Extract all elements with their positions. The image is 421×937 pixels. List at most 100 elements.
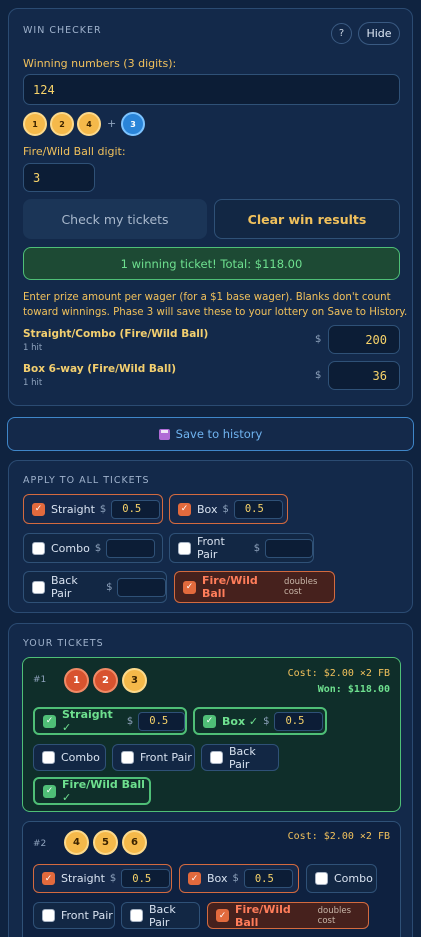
ticket-1-ball-1: 1	[64, 668, 89, 693]
help-icon: ?	[338, 28, 345, 39]
apply-fire-ball-checkbox[interactable]: ✓	[183, 580, 196, 594]
winning-ball-1: 1	[23, 112, 47, 136]
ticket-card-2: #2 4 5 6 Cost: $2.00 ×2 FB ✓ Straight $ …	[22, 821, 401, 937]
winning-numbers-label: Winning numbers (3 digits):	[23, 57, 177, 70]
apply-combo-amount[interactable]	[106, 538, 156, 558]
apply-box-label: Box	[197, 502, 218, 516]
ticket-2-combo-checkbox[interactable]	[315, 872, 328, 885]
tickets-panel: YOUR TICKETS #1 1 2 3 Cost: $2.00 ×2 FB …	[8, 623, 413, 937]
prize-hits-straight: 1 hit	[23, 343, 43, 353]
ticket-2-front-pair-option[interactable]: Front Pair	[33, 902, 115, 929]
apply-combo-checkbox[interactable]	[32, 541, 45, 555]
save-history-button[interactable]: Save to history	[7, 417, 414, 451]
prize-currency-straight: $	[315, 334, 322, 345]
apply-combo-option[interactable]: Combo $	[23, 533, 163, 563]
ticket-1-box-option[interactable]: ✓ Box ✓ $ 0.5	[193, 707, 327, 735]
apply-back-pair-amount[interactable]	[117, 577, 166, 597]
apply-front-pair-amount[interactable]	[265, 538, 313, 558]
ticket-1-front-pair-checkbox[interactable]	[121, 751, 134, 764]
fire-digit-label: Fire/Wild Ball digit:	[23, 145, 126, 158]
help-button[interactable]: ?	[331, 23, 352, 44]
ticket-1-box-checkbox[interactable]: ✓	[203, 714, 216, 728]
check-tickets-button[interactable]: Check my tickets	[23, 199, 207, 239]
result-banner: 1 winning ticket! Total: $118.00	[23, 247, 400, 280]
apply-front-pair-checkbox[interactable]	[178, 541, 191, 555]
ticket-1-box-amount[interactable]: 0.5	[274, 711, 324, 731]
winning-ball-2: 2	[50, 112, 74, 136]
winning-numbers-input[interactable]: 124	[23, 74, 400, 105]
ticket-2-box-amount[interactable]: 0.5	[243, 869, 293, 888]
apply-front-pair-currency: $	[253, 542, 261, 554]
apply-combo-label: Combo	[51, 541, 90, 555]
apply-box-currency: $	[222, 503, 229, 515]
win-checker-panel: WIN CHECKER ? Hide Winning numbers (3 di…	[8, 8, 413, 406]
apply-fire-ball-option[interactable]: ✓ Fire/Wild Ball doubles cost	[174, 571, 335, 603]
ticket-1-fire-ball-label: Fire/Wild Ball ✓	[62, 778, 145, 804]
apply-front-pair-option[interactable]: Front Pair $	[169, 533, 314, 563]
ticket-1-back-pair-option[interactable]: Back Pair	[201, 744, 279, 771]
floppy-disk-icon	[158, 428, 170, 440]
apply-straight-option[interactable]: ✓ Straight $ 0.5	[23, 494, 163, 524]
ticket-1-straight-currency: $	[126, 715, 134, 727]
prize-input-straight[interactable]: 200	[328, 325, 400, 354]
ticket-1-ball-2: 2	[93, 668, 118, 693]
ticket-2-back-pair-option[interactable]: Back Pair	[121, 902, 200, 929]
ticket-2-box-option[interactable]: ✓ Box $ 0.5	[179, 864, 299, 893]
hide-button[interactable]: Hide	[358, 22, 400, 45]
ticket-1-combo-label: Combo	[61, 751, 100, 764]
prize-name-box: Box 6-way (Fire/Wild Ball)	[23, 363, 177, 375]
ticket-2-fire-ball-checkbox[interactable]: ✓	[216, 909, 229, 922]
ticket-2-combo-label: Combo	[334, 872, 373, 885]
ticket-1-cost: Cost: $2.00 ×2 FB	[287, 668, 390, 679]
ticket-1-straight-checkbox[interactable]: ✓	[43, 714, 56, 728]
ticket-2-back-pair-label: Back Pair	[149, 902, 176, 929]
clear-results-button[interactable]: Clear win results	[214, 199, 400, 239]
apply-box-option[interactable]: ✓ Box $ 0.5	[169, 494, 288, 524]
apply-combo-currency: $	[94, 542, 102, 554]
ticket-1-straight-amount[interactable]: 0.5	[138, 711, 185, 731]
ticket-2-number: #2	[33, 839, 47, 849]
fire-ball-indicator: 3	[121, 112, 145, 136]
apply-box-amount[interactable]: 0.5	[233, 499, 283, 519]
ticket-1-back-pair-checkbox[interactable]	[210, 751, 223, 764]
winning-ball-3: 4	[77, 112, 101, 136]
ticket-2-straight-amount[interactable]: 0.5	[121, 869, 171, 888]
ticket-2-box-currency: $	[232, 873, 239, 884]
prize-name-straight: Straight/Combo (Fire/Wild Ball)	[23, 328, 209, 340]
apply-back-pair-checkbox[interactable]	[32, 580, 45, 594]
ticket-2-front-pair-checkbox[interactable]	[42, 909, 55, 922]
ticket-1-combo-option[interactable]: Combo	[33, 744, 106, 771]
ticket-1-straight-option[interactable]: ✓ Straight ✓ $ 0.5	[33, 707, 187, 735]
apply-fire-ball-note: doubles cost	[284, 577, 318, 597]
ticket-2-ball-2: 5	[93, 830, 118, 855]
apply-box-checkbox[interactable]: ✓	[178, 502, 191, 516]
ticket-1-fire-ball-option[interactable]: ✓ Fire/Wild Ball ✓	[33, 777, 151, 805]
ticket-2-combo-option[interactable]: Combo	[306, 864, 377, 893]
ticket-1-number: #1	[33, 675, 47, 685]
apply-front-pair-label: Front Pair	[197, 535, 225, 561]
apply-back-pair-currency: $	[106, 581, 113, 593]
apply-straight-amount[interactable]: 0.5	[111, 499, 161, 519]
ticket-2-fire-ball-option[interactable]: ✓ Fire/Wild Ball doubles cost	[207, 902, 369, 929]
ticket-2-straight-option[interactable]: ✓ Straight $ 0.5	[33, 864, 172, 893]
ticket-2-back-pair-checkbox[interactable]	[130, 909, 143, 922]
save-history-label: Save to history	[175, 427, 263, 441]
apply-straight-currency: $	[99, 503, 107, 515]
ticket-1-fire-ball-checkbox[interactable]: ✓	[43, 784, 56, 798]
ticket-1-won: Won: $118.00	[317, 684, 390, 695]
ticket-1-front-pair-option[interactable]: Front Pair	[112, 744, 195, 771]
ticket-1-box-currency: $	[263, 715, 270, 727]
fire-digit-input[interactable]: 3	[23, 163, 95, 192]
prize-hits-box: 1 hit	[23, 378, 43, 388]
ticket-2-ball-1: 4	[64, 830, 89, 855]
ticket-2-box-checkbox[interactable]: ✓	[188, 872, 201, 885]
ticket-2-fire-ball-note: doubles cost	[317, 905, 352, 926]
ticket-2-straight-checkbox[interactable]: ✓	[42, 872, 55, 885]
apply-straight-checkbox[interactable]: ✓	[32, 502, 45, 516]
prize-input-box[interactable]: 36	[328, 361, 400, 390]
apply-back-pair-option[interactable]: Back Pair $	[23, 571, 167, 603]
ticket-1-front-pair-label: Front Pair	[140, 751, 192, 764]
ticket-1-combo-checkbox[interactable]	[42, 751, 55, 764]
apply-all-panel: APPLY TO ALL TICKETS ✓ Straight $ 0.5 ✓ …	[8, 460, 413, 613]
win-checker-title: WIN CHECKER	[23, 25, 102, 36]
